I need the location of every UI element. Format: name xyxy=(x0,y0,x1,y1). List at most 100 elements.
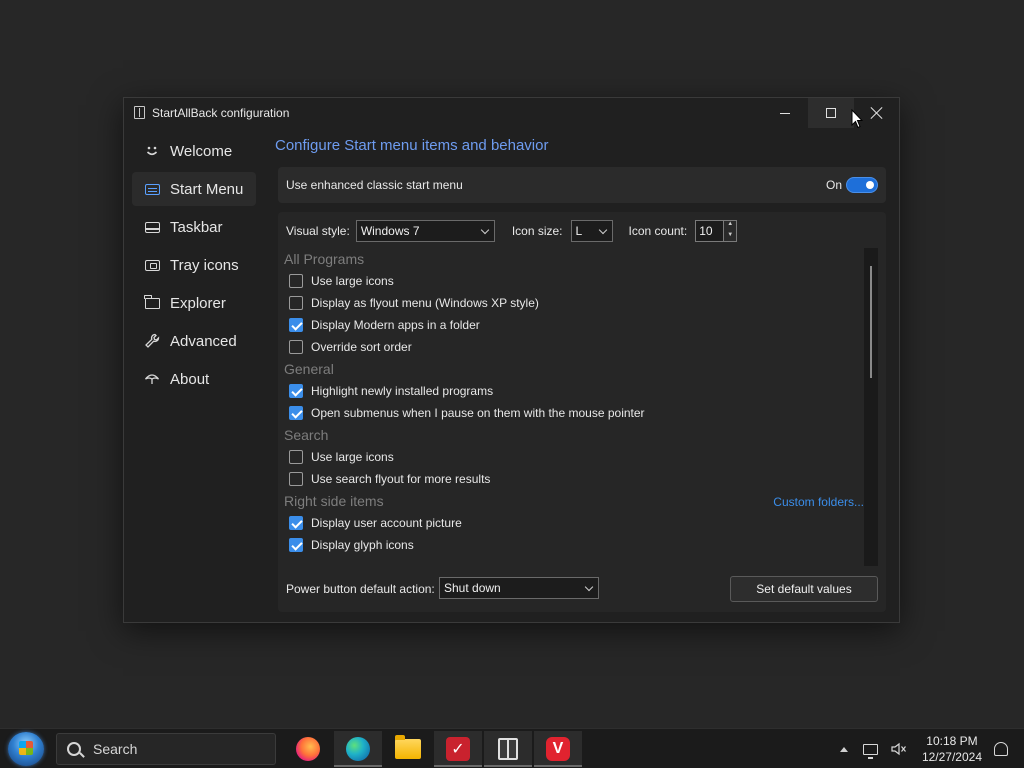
checkbox[interactable] xyxy=(289,516,303,530)
taskbar-app-edge[interactable] xyxy=(334,731,382,767)
smiley-icon xyxy=(144,143,160,159)
sidebar-item-explorer[interactable]: Explorer xyxy=(132,286,256,320)
sidebar-item-label: Start Menu xyxy=(170,180,244,198)
sidebar-item-welcome[interactable]: Welcome xyxy=(132,134,256,168)
icon-size-value: L xyxy=(575,224,583,238)
mouse-cursor-icon xyxy=(851,109,863,129)
taskbar-app-vivaldi-2[interactable]: V xyxy=(534,731,582,767)
checkbox[interactable] xyxy=(289,450,303,464)
sidebar: Welcome Start Menu Taskbar Tray icons Ex… xyxy=(124,132,264,400)
volume-muted-icon[interactable] xyxy=(890,742,908,756)
content-area: Configure Start menu items and behavior … xyxy=(275,98,887,624)
chevron-down-icon xyxy=(598,225,607,235)
icon-count-label: Icon count: xyxy=(628,224,688,238)
checkbox-label: Use search flyout for more results xyxy=(311,472,491,486)
enhanced-menu-card: Use enhanced classic start menu On xyxy=(278,167,886,203)
notification-bell-icon[interactable] xyxy=(994,742,1008,756)
taskbar-app-startallback[interactable] xyxy=(484,731,532,767)
chevron-down-icon xyxy=(480,225,490,235)
checkbox-row[interactable]: Use search flyout for more results xyxy=(278,468,868,490)
visual-style-select[interactable]: Windows 7 xyxy=(355,220,495,242)
vivaldi-icon: ✓ xyxy=(446,737,470,761)
checkbox-label: Use large icons xyxy=(311,274,394,288)
checkbox-label: Highlight newly installed programs xyxy=(311,384,494,398)
checkbox-label: Use large icons xyxy=(311,450,394,464)
checkbox-row[interactable]: Open submenus when I pause on them with … xyxy=(278,402,868,424)
sidebar-item-taskbar[interactable]: Taskbar xyxy=(132,210,256,244)
visual-style-value: Windows 7 xyxy=(360,224,420,238)
visual-style-label: Visual style: xyxy=(286,224,350,238)
checkbox-row[interactable]: Override sort order xyxy=(278,336,868,358)
search-icon xyxy=(67,742,81,756)
spinner-arrows-icon[interactable] xyxy=(723,220,738,242)
checkbox[interactable] xyxy=(289,538,303,552)
icon-size-label: Icon size: xyxy=(511,224,563,238)
taskbar: Search ✓ V 10:18 PM 12/27/2024 xyxy=(0,728,1024,768)
icon-size-select[interactable]: L xyxy=(570,220,613,242)
show-hidden-icons-chevron-icon[interactable] xyxy=(839,746,848,752)
power-action-select[interactable]: Shut down xyxy=(439,577,599,599)
checkbox-row[interactable]: Display glyph icons xyxy=(278,534,868,556)
chevron-down-icon xyxy=(584,582,594,592)
sidebar-item-label: Explorer xyxy=(170,294,226,312)
sidebar-item-start-menu[interactable]: Start Menu xyxy=(132,172,256,206)
taskbar-app-file-explorer[interactable] xyxy=(384,731,432,767)
section-title: Right side items xyxy=(284,493,384,509)
checkbox[interactable] xyxy=(289,340,303,354)
sidebar-item-tray-icons[interactable]: Tray icons xyxy=(132,248,256,282)
search-placeholder: Search xyxy=(93,741,138,757)
sidebar-item-label: About xyxy=(170,370,210,388)
section-header: General xyxy=(284,361,334,377)
network-icon[interactable] xyxy=(862,742,880,759)
section-header: All Programs xyxy=(284,251,365,267)
power-action-label: Power button default action: xyxy=(286,582,435,596)
checkbox-row[interactable]: Display Modern apps in a folder xyxy=(278,314,868,336)
taskbar-search[interactable]: Search xyxy=(56,733,276,765)
checkbox[interactable] xyxy=(289,318,303,332)
taskbar-app-firefox[interactable] xyxy=(284,731,332,767)
checkbox-row[interactable]: Use large icons xyxy=(278,446,868,468)
section-header-right-side: Right side items Custom folders... xyxy=(278,490,868,512)
checkbox[interactable] xyxy=(289,274,303,288)
start-menu-icon xyxy=(144,181,160,197)
checkbox-label: Override sort order xyxy=(311,340,412,354)
firefox-icon xyxy=(296,737,320,761)
umbrella-icon xyxy=(144,371,160,387)
checkbox-label: Display glyph icons xyxy=(311,538,414,552)
checkbox[interactable] xyxy=(289,384,303,398)
checkbox-row[interactable]: Use large icons xyxy=(278,270,868,292)
clock-time: 10:18 PM xyxy=(926,734,978,748)
power-action-value: Shut down xyxy=(444,581,501,595)
wrench-icon xyxy=(144,333,160,349)
edge-icon xyxy=(346,737,370,761)
checkbox-label: Display user account picture xyxy=(311,516,462,530)
sidebar-item-about[interactable]: About xyxy=(132,362,256,396)
window-title: StartAllBack configuration xyxy=(152,106,290,120)
settings-list: All Programs Use large icons Display as … xyxy=(278,248,868,566)
checkbox[interactable] xyxy=(289,406,303,420)
enhanced-menu-toggle[interactable] xyxy=(846,177,878,193)
scrollbar-thumb[interactable] xyxy=(870,266,872,378)
sidebar-item-advanced[interactable]: Advanced xyxy=(132,324,256,358)
checkbox[interactable] xyxy=(289,296,303,310)
vivaldi-icon: V xyxy=(546,737,570,761)
scrollbar[interactable] xyxy=(864,248,878,566)
checkbox-row[interactable]: Display as flyout menu (Windows XP style… xyxy=(278,292,868,314)
checkbox-label: Display Modern apps in a folder xyxy=(311,318,480,332)
checkbox-row[interactable]: Display user account picture xyxy=(278,512,868,534)
icon-count-spinner[interactable]: 10 xyxy=(695,220,738,242)
set-default-values-button[interactable]: Set default values xyxy=(730,576,878,602)
config-window: StartAllBack configuration Welcome Start… xyxy=(123,97,900,623)
checkbox-row[interactable]: Highlight newly installed programs xyxy=(278,380,868,402)
icon-count-value: 10 xyxy=(699,224,713,238)
clock[interactable]: 10:18 PM 12/27/2024 xyxy=(922,733,982,765)
custom-folders-link[interactable]: Custom folders... xyxy=(773,495,864,509)
taskbar-icon xyxy=(144,219,160,235)
checkbox-label: Display as flyout menu (Windows XP style… xyxy=(311,296,539,310)
taskbar-app-vivaldi[interactable]: ✓ xyxy=(434,731,482,767)
folder-icon xyxy=(144,294,160,311)
section-header: Search xyxy=(284,427,329,443)
checkbox[interactable] xyxy=(289,472,303,486)
options-panel: Visual style: Windows 7 Icon size: L Ico… xyxy=(278,212,886,612)
start-button[interactable] xyxy=(8,732,44,766)
